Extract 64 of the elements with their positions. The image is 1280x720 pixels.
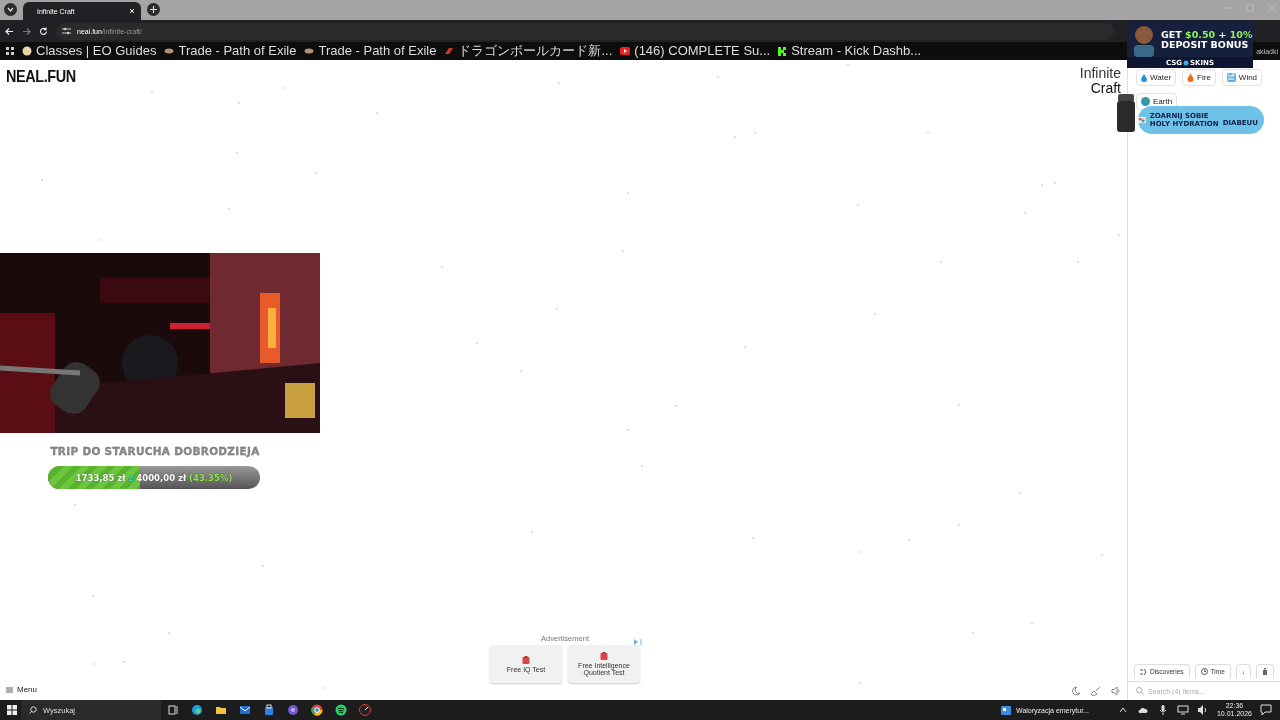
bookmark-link[interactable]: Trade - Path of Exile xyxy=(304,43,437,59)
clipboard-icon xyxy=(600,652,608,660)
element-label: Fire xyxy=(1197,73,1211,82)
element-label: Wind xyxy=(1238,73,1258,82)
app-icon[interactable] xyxy=(287,704,299,716)
goal-title: TRIP DO STARUCHA DOBRODZIEJA xyxy=(49,445,261,457)
notification-icon[interactable] xyxy=(1260,704,1272,716)
bookmark-icon xyxy=(778,46,788,56)
site-logo[interactable]: NEAL.FUN xyxy=(6,67,76,87)
back-icon[interactable] xyxy=(5,26,14,36)
globe-icon xyxy=(1141,97,1150,106)
bookmark-link[interactable]: Classes | EO Guides xyxy=(22,43,157,59)
menu-button[interactable]: Menu xyxy=(6,685,37,694)
plus-icon xyxy=(150,6,157,13)
element-item[interactable]: Water xyxy=(1136,69,1177,86)
wind-icon xyxy=(1226,73,1236,82)
broom-icon[interactable] xyxy=(1091,686,1101,696)
game-title: Craft xyxy=(1089,81,1121,96)
logo-icon xyxy=(1183,59,1190,66)
bookmark-icon xyxy=(164,47,175,55)
gauge-icon[interactable] xyxy=(359,704,371,716)
moon-icon[interactable] xyxy=(1071,686,1081,696)
clock-icon xyxy=(1200,668,1208,675)
task-view-icon[interactable] xyxy=(167,704,179,716)
goal-progress-text: 1733,85 zł z 4000,00 zł (43.35%) xyxy=(75,472,233,483)
mail-icon[interactable] xyxy=(239,704,251,716)
speaker-icon[interactable] xyxy=(1111,686,1121,696)
bookmark-link[interactable]: Stream - Kick Dashb... xyxy=(778,43,922,59)
element-label: Water xyxy=(1150,73,1172,82)
element-label: Earth xyxy=(1153,97,1173,106)
folder-icon[interactable] xyxy=(215,704,227,716)
bookmark-icon xyxy=(444,47,455,55)
flame-icon xyxy=(1187,73,1195,82)
play-icon xyxy=(620,47,631,55)
volume-icon[interactable] xyxy=(1196,704,1209,716)
chrome-icon[interactable] xyxy=(311,704,323,716)
forward-icon[interactable] xyxy=(22,26,31,36)
drop-icon xyxy=(1141,73,1147,82)
chevron-down-icon xyxy=(7,7,14,12)
news-icon xyxy=(1001,705,1012,715)
music-icon[interactable] xyxy=(335,704,347,716)
game-title: Infinite xyxy=(1079,66,1121,81)
trash-icon[interactable] xyxy=(1262,668,1268,675)
menu-icon xyxy=(6,686,13,693)
bottle-icon xyxy=(1116,94,1136,132)
element-item[interactable]: Wind xyxy=(1221,69,1263,86)
swirl-icon[interactable] xyxy=(191,704,203,716)
element-item[interactable]: Fire xyxy=(1182,69,1216,86)
clipboard-icon xyxy=(522,655,530,664)
bookmark-link[interactable]: Trade - Path of Exile xyxy=(164,43,297,59)
bookmark-link[interactable]: (146) COMPLETE Su... xyxy=(620,43,771,59)
store-icon[interactable] xyxy=(263,704,275,716)
apps-icon[interactable] xyxy=(6,47,14,55)
bookmark-icon xyxy=(22,46,32,56)
search-icon xyxy=(29,706,37,714)
reload-icon[interactable] xyxy=(39,26,48,36)
tune-icon[interactable] xyxy=(62,27,71,35)
search-icon xyxy=(1136,687,1144,695)
bookmark-icon xyxy=(304,47,315,55)
tab-list-button[interactable] xyxy=(4,3,17,16)
bookmark-link[interactable]: ドラゴンボールカード新... xyxy=(444,43,613,59)
new-tab-button[interactable] xyxy=(147,3,160,16)
start-icon[interactable] xyxy=(7,705,17,715)
network-icon[interactable] xyxy=(1176,704,1189,716)
